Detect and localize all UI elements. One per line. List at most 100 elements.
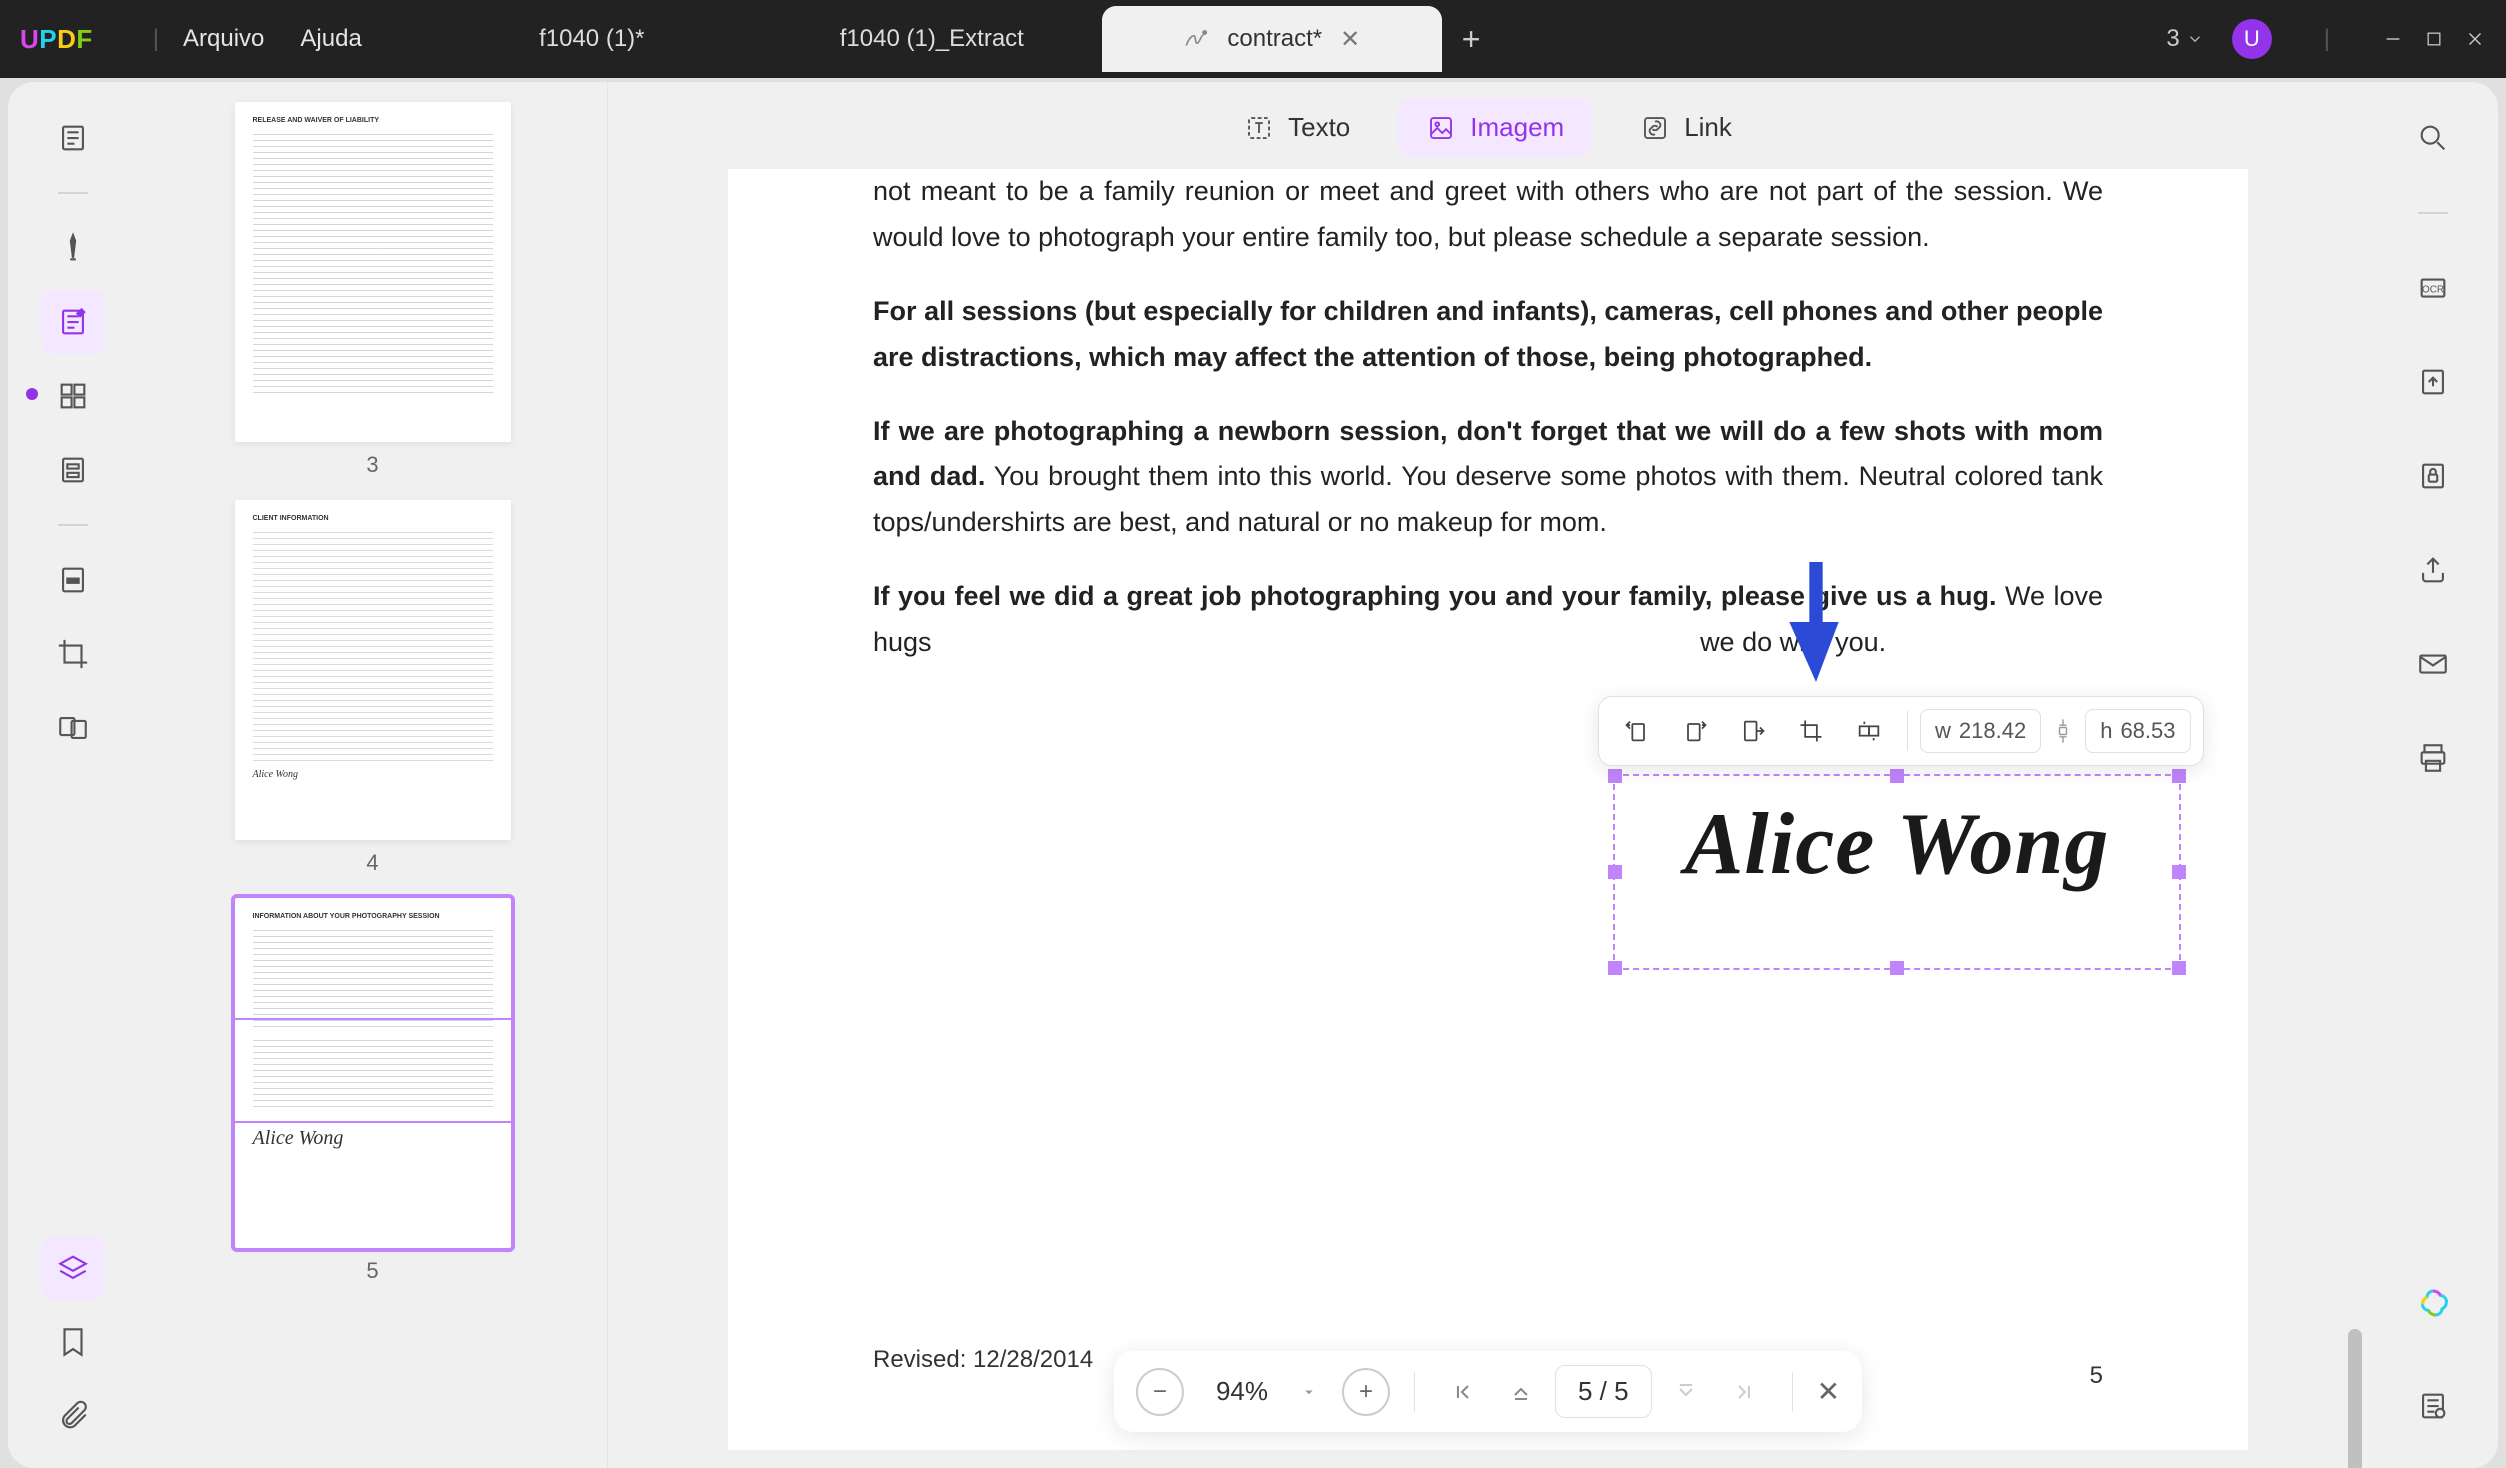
- print-button[interactable]: [2401, 726, 2465, 790]
- titlebar: UPDF | Arquivo Ajuda f1040 (1)* f1040 (1…: [0, 0, 2506, 78]
- left-rail: [8, 82, 138, 1468]
- resize-handle[interactable]: [2172, 865, 2186, 879]
- link-icon: [1640, 113, 1670, 143]
- image-floating-toolbar: w 218.42 h 68.53: [1598, 696, 2204, 766]
- first-page-button[interactable]: [1439, 1368, 1487, 1416]
- tab-label: f1040 (1)_Extract: [840, 25, 1024, 53]
- main-content: RELEASE AND WAIVER OF LIABILITY 3 CLIENT…: [8, 82, 2498, 1468]
- thumb-signature: Alice Wong: [253, 768, 493, 782]
- maximize-icon[interactable]: [2424, 29, 2444, 49]
- rail-indicator: [26, 388, 38, 400]
- ai-button[interactable]: [2401, 1274, 2465, 1338]
- prev-page-button[interactable]: [1497, 1368, 1545, 1416]
- ocr-button[interactable]: OCR: [2401, 256, 2465, 320]
- width-input[interactable]: w 218.42: [1920, 709, 2041, 753]
- thumbnail-number: 3: [366, 452, 378, 478]
- image-tool-button[interactable]: Imagem: [1398, 98, 1592, 157]
- paragraph: If you feel we did a great job photograp…: [873, 574, 2103, 666]
- tab-label: f1040 (1)*: [539, 25, 644, 53]
- page-number: 5: [2090, 1362, 2103, 1390]
- user-avatar[interactable]: U: [2232, 19, 2272, 59]
- image-icon: [1426, 113, 1456, 143]
- close-icon[interactable]: [2464, 28, 2486, 50]
- tab-f1040-extract[interactable]: f1040 (1)_Extract: [762, 6, 1102, 72]
- image-selection-box[interactable]: Alice Wong: [1613, 774, 2181, 970]
- zoom-dropdown-icon[interactable]: [1300, 1383, 1318, 1401]
- rotate-right-button[interactable]: [1669, 705, 1721, 757]
- tab-add-button[interactable]: +: [1462, 21, 1481, 58]
- link-tool-button[interactable]: Link: [1612, 98, 1760, 157]
- resize-handle[interactable]: [1608, 769, 1622, 783]
- close-toolbar-button[interactable]: ✕: [1817, 1375, 1840, 1408]
- zoom-out-button[interactable]: −: [1136, 1368, 1184, 1416]
- bookmark-button[interactable]: [41, 1310, 105, 1374]
- convert-button[interactable]: [2401, 350, 2465, 414]
- page-area: Texto Imagem Link not meant to be a fami…: [608, 82, 2368, 1468]
- attachment-button[interactable]: [41, 1384, 105, 1448]
- edit-toolbar: Texto Imagem Link: [608, 82, 2368, 169]
- chevron-down-icon: [2186, 30, 2204, 48]
- form-button[interactable]: [41, 438, 105, 502]
- crop-image-button[interactable]: [1785, 705, 1837, 757]
- menu-arquivo[interactable]: Arquivo: [183, 25, 264, 53]
- thumbnail-page-5[interactable]: INFORMATION ABOUT YOUR PHOTOGRAPHY SESSI…: [235, 898, 511, 1248]
- crop-button[interactable]: [41, 622, 105, 686]
- right-rail: OCR: [2368, 82, 2498, 1468]
- tabbar: f1040 (1)* f1040 (1)_Extract contract* ✕…: [422, 0, 2167, 78]
- redact-button[interactable]: [41, 548, 105, 612]
- rail-bottom: [41, 1236, 105, 1448]
- text-tool-button[interactable]: Texto: [1216, 98, 1378, 157]
- resize-handle[interactable]: [1608, 865, 1622, 879]
- main-menu: Arquivo Ajuda: [183, 25, 362, 53]
- right-rail-bottom: [2401, 1274, 2465, 1438]
- text-icon: [1244, 113, 1274, 143]
- resize-handle[interactable]: [1890, 961, 1904, 975]
- minimize-icon[interactable]: [2382, 28, 2404, 50]
- thumb-signature: Alice Wong: [253, 1124, 493, 1152]
- cloud-button[interactable]: [2401, 1374, 2465, 1438]
- layers-button[interactable]: [41, 1236, 105, 1300]
- extract-button[interactable]: [1727, 705, 1779, 757]
- tab-close-icon[interactable]: ✕: [1340, 25, 1360, 54]
- email-button[interactable]: [2401, 632, 2465, 696]
- height-input[interactable]: h 68.53: [2085, 709, 2190, 753]
- resize-handle[interactable]: [1608, 961, 1622, 975]
- signature-image: Alice Wong: [1615, 776, 2179, 895]
- menu-ajuda[interactable]: Ajuda: [300, 25, 361, 53]
- bottom-toolbar: − 94% + 5 / 5 ✕: [1114, 1351, 1862, 1432]
- tab-counter[interactable]: 3: [2166, 25, 2203, 53]
- svg-text:OCR: OCR: [2422, 284, 2444, 295]
- compare-button[interactable]: [41, 696, 105, 760]
- last-page-button[interactable]: [1720, 1368, 1768, 1416]
- share-button[interactable]: [2401, 538, 2465, 602]
- lock-ratio-button[interactable]: [2047, 717, 2079, 745]
- scrollbar[interactable]: [2348, 1329, 2362, 1468]
- thumbnail-page-4[interactable]: CLIENT INFORMATION Alice Wong: [235, 500, 511, 840]
- separator: |: [2324, 25, 2330, 53]
- page-content: not meant to be a family reunion or meet…: [873, 169, 2103, 666]
- page-indicator[interactable]: 5 / 5: [1555, 1365, 1652, 1418]
- next-page-button[interactable]: [1662, 1368, 1710, 1416]
- zoom-level[interactable]: 94%: [1194, 1376, 1290, 1407]
- zoom-in-button[interactable]: +: [1342, 1368, 1390, 1416]
- thumbnail-page-3[interactable]: RELEASE AND WAIVER OF LIABILITY: [235, 102, 511, 442]
- resize-handle[interactable]: [2172, 961, 2186, 975]
- reader-mode-button[interactable]: [41, 106, 105, 170]
- thumbnail-wrap: RELEASE AND WAIVER OF LIABILITY 3: [198, 102, 547, 478]
- window-controls: [2382, 28, 2486, 50]
- search-button[interactable]: [2401, 106, 2465, 170]
- annotate-button[interactable]: [41, 216, 105, 280]
- edit-button[interactable]: [41, 290, 105, 354]
- separator: |: [153, 25, 159, 53]
- resize-handle[interactable]: [1890, 769, 1904, 783]
- replace-button[interactable]: [1843, 705, 1895, 757]
- paragraph: If we are photographing a newborn sessio…: [873, 409, 2103, 547]
- rotate-left-button[interactable]: [1611, 705, 1663, 757]
- tab-f1040[interactable]: f1040 (1)*: [422, 6, 762, 72]
- organize-button[interactable]: [41, 364, 105, 428]
- protect-button[interactable]: [2401, 444, 2465, 508]
- arrow-annotation: [1788, 562, 1844, 682]
- thumbnail-wrap: CLIENT INFORMATION Alice Wong 4: [198, 500, 547, 876]
- resize-handle[interactable]: [2172, 769, 2186, 783]
- tab-contract[interactable]: contract* ✕: [1102, 6, 1442, 72]
